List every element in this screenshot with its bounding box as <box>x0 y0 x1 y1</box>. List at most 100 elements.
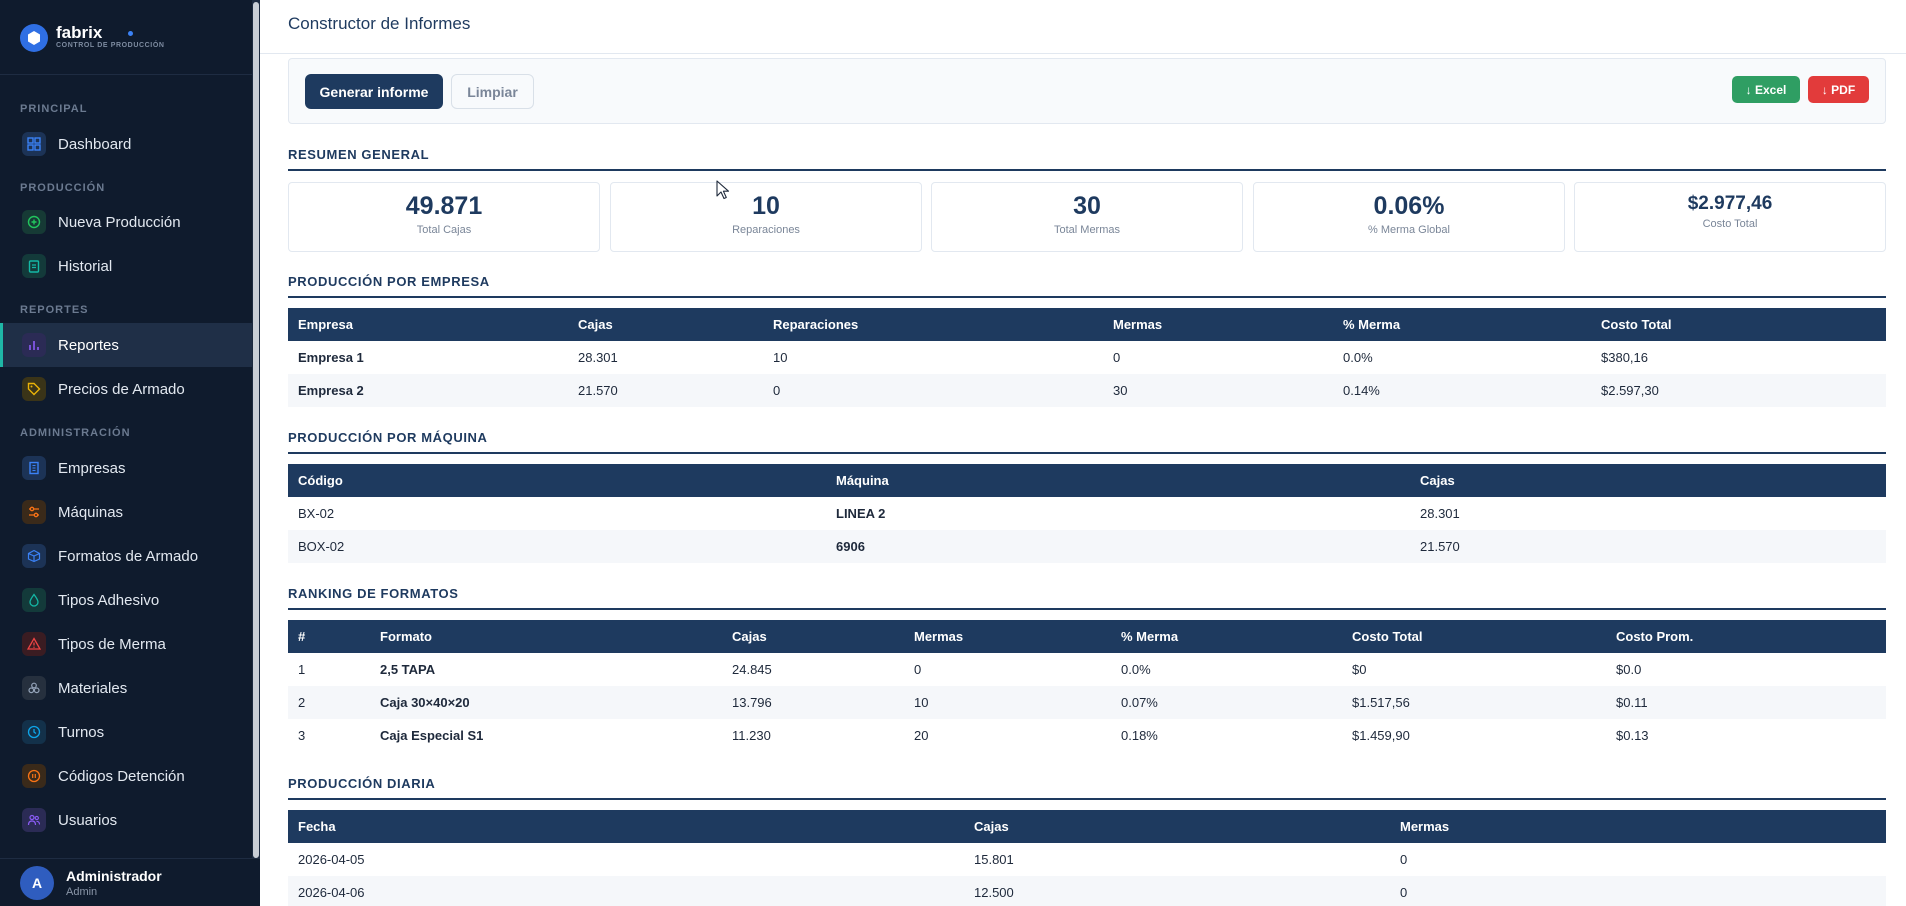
table-cell: 0.14% <box>1333 374 1591 407</box>
table-row[interactable]: 1 2,5 TAPA 24.845 0 0.0% $0 $0.0 <box>288 653 1886 686</box>
column-header[interactable]: Mermas <box>1103 308 1333 341</box>
table-cell: $380,16 <box>1601 350 1648 365</box>
column-header[interactable]: Máquina <box>826 464 1410 497</box>
sidebar-item-empresas[interactable]: Empresas <box>0 446 252 490</box>
column-header[interactable]: Código <box>288 464 826 497</box>
table-cell: 0.0% <box>1343 350 1373 365</box>
user-profile[interactable]: A Administrador Admin <box>0 858 260 906</box>
table-header-row: # Formato Cajas Mermas % Merma Costo Tot… <box>288 620 1886 653</box>
column-header[interactable]: Cajas <box>568 308 763 341</box>
column-header[interactable]: % Merma <box>1111 620 1342 653</box>
status-dot <box>128 31 133 36</box>
sidebar-item-precios-de-armado[interactable]: Precios de Armado <box>0 367 252 411</box>
table-row[interactable]: 2026-04-06 12.500 0 <box>288 876 1886 906</box>
sidebar-item-historial[interactable]: Historial <box>0 244 252 288</box>
table-cell: $1.517,56 <box>1342 686 1606 719</box>
column-header[interactable]: Costo Total <box>1342 620 1606 653</box>
table-row[interactable]: 3 Caja Especial S1 11.230 20 0.18% $1.45… <box>288 719 1886 752</box>
kpi-label: Reparaciones <box>732 224 800 236</box>
table-row[interactable]: BOX-02 6906 21.570 <box>288 530 1886 563</box>
column-header[interactable]: Costo Prom. <box>1606 620 1886 653</box>
sidebar-item-label: Nueva Producción <box>58 213 181 231</box>
sidebar-item-materiales[interactable]: Materiales <box>0 666 252 710</box>
column-header[interactable]: Cajas <box>722 620 904 653</box>
table-row[interactable]: 2026-04-05 15.801 0 <box>288 843 1886 876</box>
sidebar-item-label: Usuarios <box>58 811 118 829</box>
table-header-row: Empresa Cajas Reparaciones Mermas % Merm… <box>288 308 1886 341</box>
avatar: A <box>20 865 54 900</box>
sidebar-item-label: Códigos Detención <box>58 767 185 785</box>
report-toolbar: Generar informe Limpiar ↓ Excel ↓ PDF <box>288 58 1886 124</box>
topbar: Constructor de Informes <box>260 0 1906 54</box>
clear-button[interactable]: Limpiar <box>451 74 534 109</box>
sidebar-item-label: Historial <box>58 257 113 275</box>
kpi-label: % Merma Global <box>1368 224 1450 236</box>
table-cell: $0.11 <box>1606 686 1886 719</box>
table-cell: 10 <box>773 350 788 365</box>
section-title-empresa: PRODUCCIÓN POR EMPRESA <box>288 274 1886 298</box>
table-header-row: Código Máquina Cajas <box>288 464 1886 497</box>
table-row[interactable]: Empresa 2 21.570 0 30 0.14% $2.597,30 <box>288 374 1886 407</box>
grid-icon <box>22 132 46 156</box>
table-cell: 2026-04-06 <box>288 876 964 906</box>
export-pdf-button[interactable]: ↓ PDF <box>1808 76 1869 103</box>
table-cell: 13.796 <box>722 686 904 719</box>
kpi-value: $2.977,46 <box>1687 193 1773 214</box>
column-header[interactable]: Empresa <box>288 308 568 341</box>
column-header[interactable]: Mermas <box>904 620 1111 653</box>
table-cell: 30 <box>1103 374 1333 407</box>
table-cell: 20 <box>914 728 929 743</box>
box-icon <box>22 544 46 568</box>
sidebar-item-turnos[interactable]: Turnos <box>0 710 252 754</box>
table-cell: 6906 <box>826 530 1410 563</box>
sidebar-item-nueva-produccion[interactable]: Nueva Producción <box>0 200 252 244</box>
export-excel-button[interactable]: ↓ Excel <box>1732 76 1800 103</box>
sidebar-item-tipos-adhesivo[interactable]: Tipos Adhesivo <box>0 578 252 622</box>
table-cell: Caja 30×40×20 <box>370 686 722 719</box>
column-header[interactable]: Cajas <box>964 810 1390 843</box>
table-cell: 0 <box>1113 350 1121 365</box>
table-cell: 10 <box>904 686 1111 719</box>
sidebar-item-codigos-detencion[interactable]: Códigos Detención <box>0 754 252 798</box>
column-header[interactable]: Reparaciones <box>763 308 1103 341</box>
table-cell: $1.459,90 <box>1352 728 1410 743</box>
table-cell: 0 <box>763 374 1103 407</box>
brand[interactable]: fabrix CONTROL DE PRODUCCIÓN <box>20 18 165 58</box>
sidebar-item-label: Dashboard <box>58 135 132 153</box>
table-cell: 0 <box>1390 876 1886 906</box>
kpi-card: $2.977,46 Costo Total <box>1574 182 1886 252</box>
column-header[interactable]: % Merma <box>1333 308 1591 341</box>
sidebar-scrollbar[interactable] <box>252 0 260 858</box>
column-header[interactable]: Fecha <box>288 810 964 843</box>
sidebar-item-usuarios[interactable]: Usuarios <box>0 798 252 842</box>
table-cell: $0 <box>1352 662 1367 677</box>
generate-report-button[interactable]: Generar informe <box>305 74 443 109</box>
sidebar-item-reportes[interactable]: Reportes <box>0 323 252 367</box>
brand-name: fabrix <box>56 23 103 42</box>
kpi-label: Total Mermas <box>1053 224 1121 236</box>
sidebar-item-dashboard[interactable]: Dashboard <box>0 122 252 166</box>
table-row[interactable]: BX-02 LINEA 2 28.301 <box>288 497 1886 530</box>
column-header[interactable]: Cajas <box>1410 464 1886 497</box>
table-cell: 28.301 <box>1420 506 1460 521</box>
scrollbar-thumb[interactable] <box>253 2 259 858</box>
tag-icon <box>22 377 46 401</box>
sidebar-item-formatos-de-armado[interactable]: Formatos de Armado <box>0 534 252 578</box>
droplet-icon <box>22 588 46 612</box>
table-cell: 21.570 <box>1410 530 1886 563</box>
main-content: Generar informe Limpiar ↓ Excel ↓ PDF RE… <box>260 54 1906 906</box>
column-header[interactable]: Formato <box>370 620 722 653</box>
table-cell: $2.597,30 <box>1591 374 1886 407</box>
kpi-cards: 49.871 Total Cajas 10 Reparaciones 30 To… <box>288 182 1886 252</box>
column-header[interactable]: # <box>288 620 370 653</box>
section-label-produccion: PRODUCCIÓN <box>20 182 106 194</box>
table-cell: 11.230 <box>732 728 771 743</box>
table-row[interactable]: Empresa 1 28.301 10 0 0.0% $380,16 <box>288 341 1886 374</box>
table-row[interactable]: 2 Caja 30×40×20 13.796 10 0.07% $1.517,5… <box>288 686 1886 719</box>
column-header[interactable]: Mermas <box>1390 810 1886 843</box>
sidebar-item-tipos-de-merma[interactable]: Tipos de Merma <box>0 622 252 666</box>
brand-logo-icon <box>20 24 48 52</box>
sidebar-item-maquinas[interactable]: Máquinas <box>0 490 252 534</box>
table-cell: 1 <box>298 662 306 677</box>
column-header[interactable]: Costo Total <box>1591 308 1886 341</box>
